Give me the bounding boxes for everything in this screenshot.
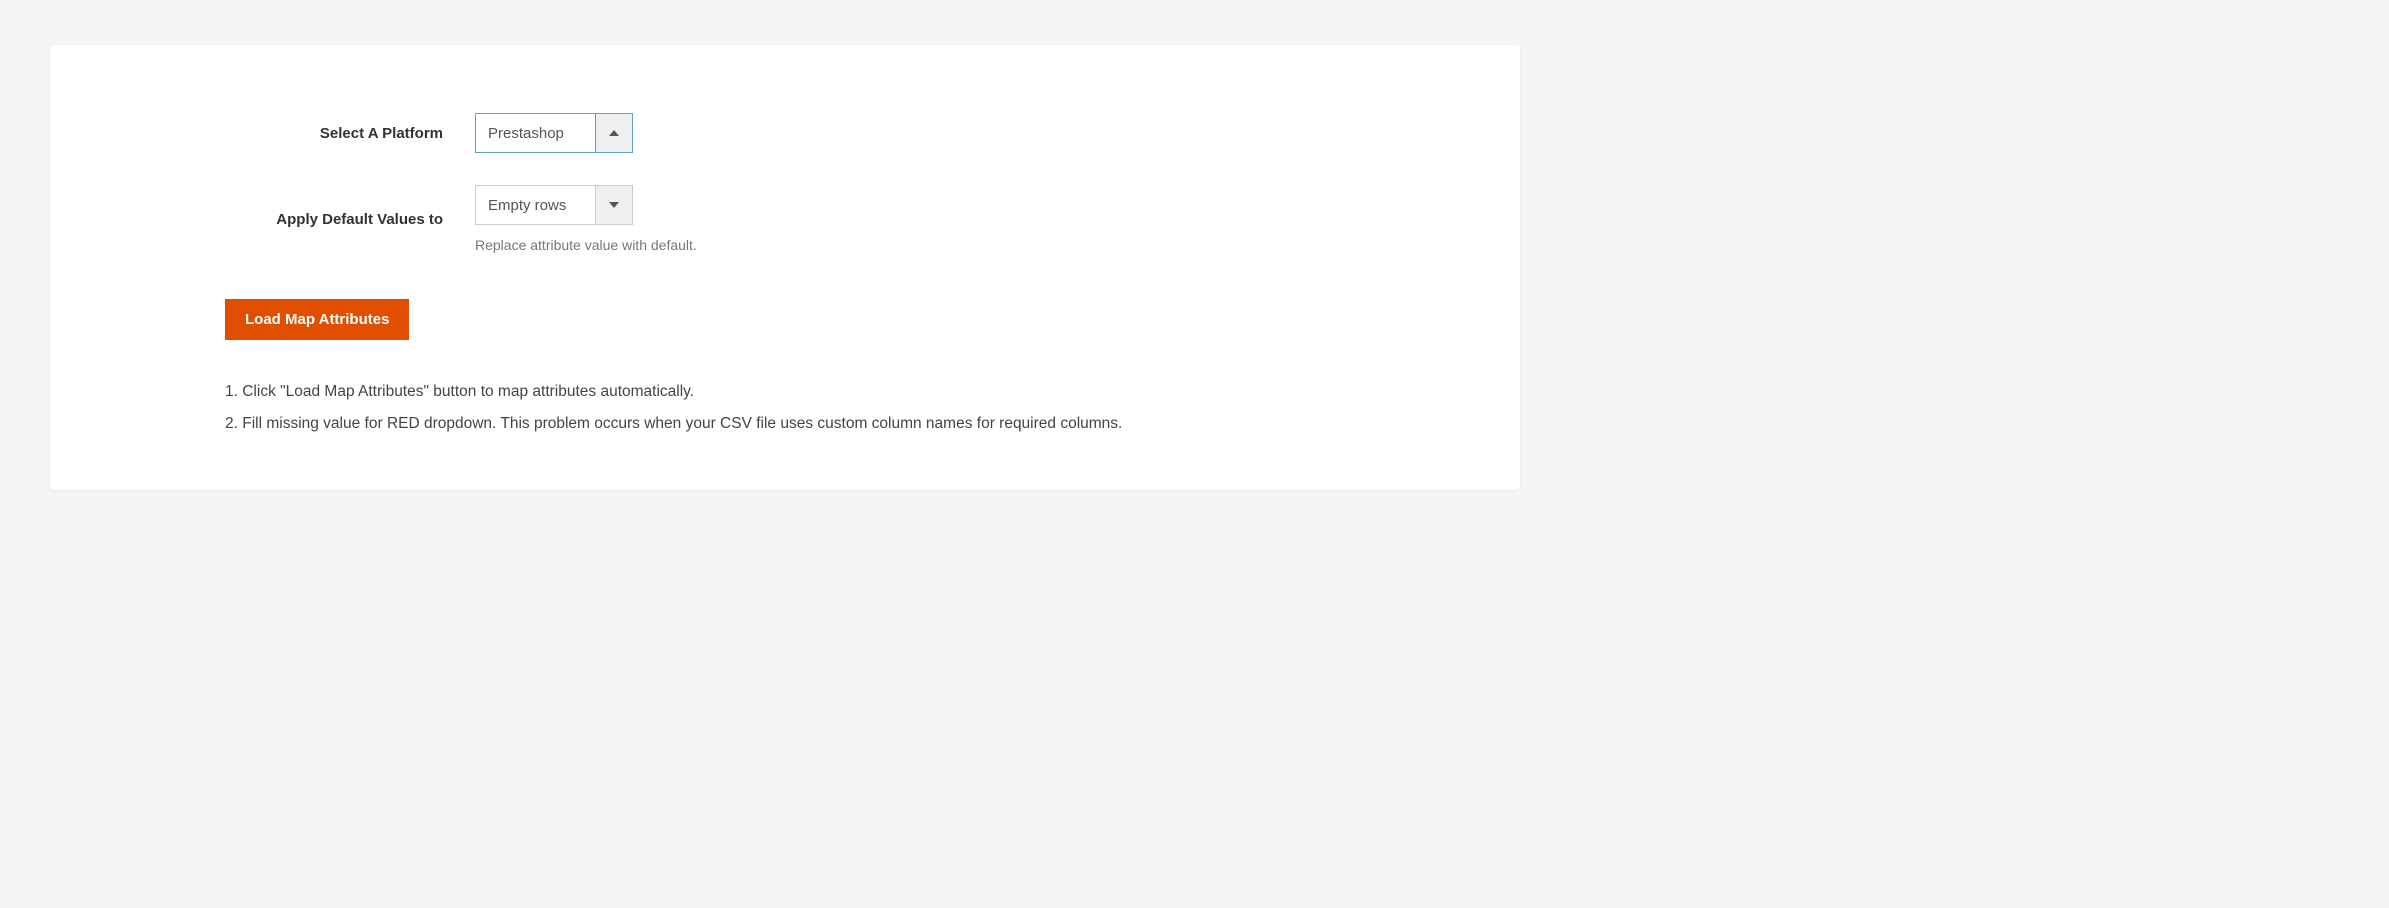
platform-label: Select A Platform: [170, 125, 475, 142]
default-values-select-toggle[interactable]: [595, 185, 633, 225]
platform-select-toggle[interactable]: [595, 113, 633, 153]
instructions: 1. Click "Load Map Attributes" button to…: [170, 376, 1400, 440]
load-map-attributes-button[interactable]: Load Map Attributes: [225, 299, 409, 340]
instruction-step-2: 2. Fill missing value for RED dropdown. …: [225, 408, 1400, 440]
default-values-row: Apply Default Values to Empty rows Repla…: [170, 185, 1400, 253]
default-values-help: Replace attribute value with default.: [475, 237, 697, 253]
settings-panel: Select A Platform Prestashop Apply Defau…: [50, 45, 1520, 490]
platform-select[interactable]: Prestashop: [475, 113, 633, 153]
default-values-select-value: Empty rows: [475, 185, 595, 225]
action-row: Load Map Attributes: [170, 299, 1400, 340]
platform-row: Select A Platform Prestashop: [170, 113, 1400, 153]
chevron-down-icon: [609, 202, 619, 208]
platform-select-value: Prestashop: [475, 113, 595, 153]
default-values-label: Apply Default Values to: [170, 211, 475, 228]
chevron-up-icon: [609, 130, 619, 136]
instruction-step-1: 1. Click "Load Map Attributes" button to…: [225, 376, 1400, 408]
default-values-select[interactable]: Empty rows: [475, 185, 697, 225]
